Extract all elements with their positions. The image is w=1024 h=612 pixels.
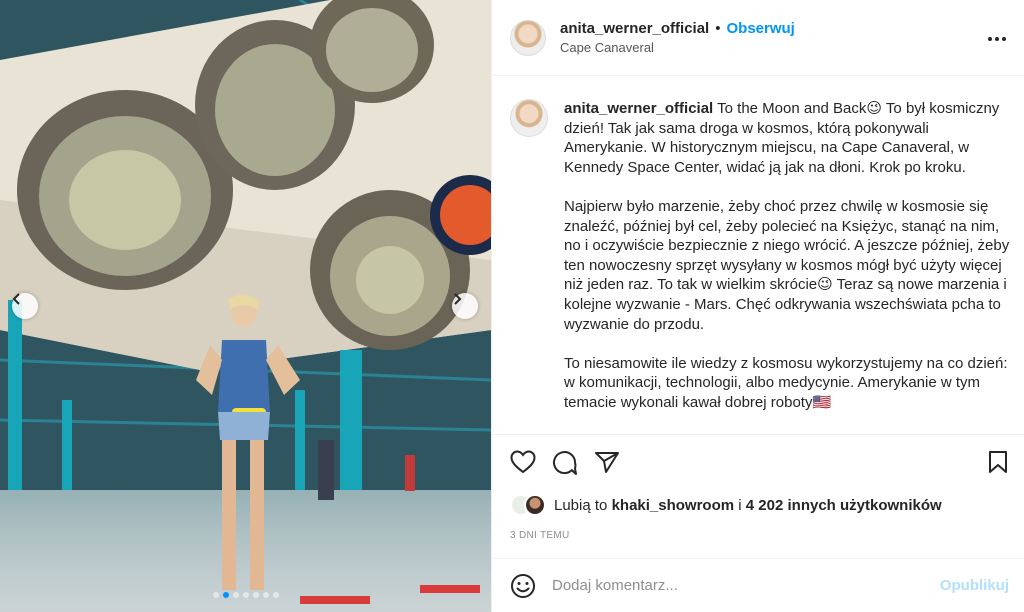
carousel-indicator bbox=[0, 592, 491, 598]
more-horizontal-icon bbox=[988, 37, 1006, 41]
liker-avatar[interactable] bbox=[524, 494, 546, 516]
comment-button[interactable] bbox=[552, 450, 578, 481]
likes-count-link[interactable]: 4 202 innych użytkowników bbox=[746, 497, 942, 514]
likes-connector: i bbox=[738, 496, 742, 514]
post-timestamp[interactable]: 3 DNI TEMU bbox=[510, 530, 570, 541]
chevron-right-icon bbox=[454, 293, 462, 305]
header-text: anita_werner_official • Obserwuj Cape Ca… bbox=[560, 20, 795, 55]
caption-avatar[interactable] bbox=[510, 99, 548, 137]
chevron-left-icon bbox=[12, 293, 20, 305]
post-panel: anita_werner_official • Obserwuj Cape Ca… bbox=[491, 0, 1024, 612]
caption-text: anita_werner_official To the Moon and Ba… bbox=[564, 99, 1014, 413]
more-options-button[interactable] bbox=[987, 24, 1007, 46]
carousel-dot bbox=[212, 592, 219, 598]
comment-bar: Opublikuj bbox=[492, 558, 1024, 612]
follow-button[interactable]: Obserwuj bbox=[727, 20, 795, 37]
carousel-dot bbox=[222, 592, 229, 598]
location-link[interactable]: Cape Canaveral bbox=[560, 40, 795, 55]
caption-body: To the Moon and Back😉 To był kosmiczny d… bbox=[564, 100, 1010, 411]
separator-dot: • bbox=[715, 20, 721, 37]
comment-input[interactable] bbox=[552, 577, 922, 594]
post-photo bbox=[0, 0, 491, 612]
post-header: anita_werner_official • Obserwuj Cape Ca… bbox=[492, 0, 1024, 76]
liker-avatars bbox=[510, 494, 552, 516]
carousel-next-button[interactable] bbox=[452, 293, 478, 319]
like-button[interactable] bbox=[510, 450, 536, 479]
carousel-dot bbox=[252, 592, 259, 598]
bookmark-icon bbox=[989, 451, 1007, 473]
rocket-hall-illustration bbox=[0, 0, 491, 612]
carousel-dot bbox=[242, 592, 249, 598]
liker-username-link[interactable]: khaki_showroom bbox=[612, 497, 735, 514]
likes-prefix: Lubią to bbox=[554, 496, 608, 514]
carousel-dot bbox=[272, 592, 279, 598]
save-button[interactable] bbox=[988, 450, 1008, 479]
header-line: anita_werner_official • Obserwuj bbox=[560, 20, 795, 37]
carousel-prev-button[interactable] bbox=[12, 293, 38, 319]
likes-summary: Lubią to khaki_showroom i 4 202 innych u… bbox=[510, 494, 942, 516]
post-comment-button[interactable]: Opublikuj bbox=[940, 577, 1009, 594]
heart-icon bbox=[510, 450, 536, 474]
likes-text: Lubią to khaki_showroom i 4 202 innych u… bbox=[554, 497, 942, 514]
username-link[interactable]: anita_werner_official bbox=[560, 20, 709, 37]
send-icon bbox=[595, 452, 619, 473]
emoji-button[interactable] bbox=[510, 573, 536, 599]
emoji-icon bbox=[511, 573, 535, 598]
carousel-dot bbox=[232, 592, 239, 598]
post-caption: anita_werner_official To the Moon and Ba… bbox=[510, 99, 1015, 413]
carousel-dot bbox=[262, 592, 269, 598]
avatar[interactable] bbox=[510, 19, 546, 56]
actions-divider bbox=[492, 434, 1024, 435]
caption-username-link[interactable]: anita_werner_official bbox=[564, 100, 713, 117]
comment-icon bbox=[553, 451, 577, 475]
action-bar bbox=[510, 450, 1010, 478]
share-button[interactable] bbox=[594, 450, 620, 479]
